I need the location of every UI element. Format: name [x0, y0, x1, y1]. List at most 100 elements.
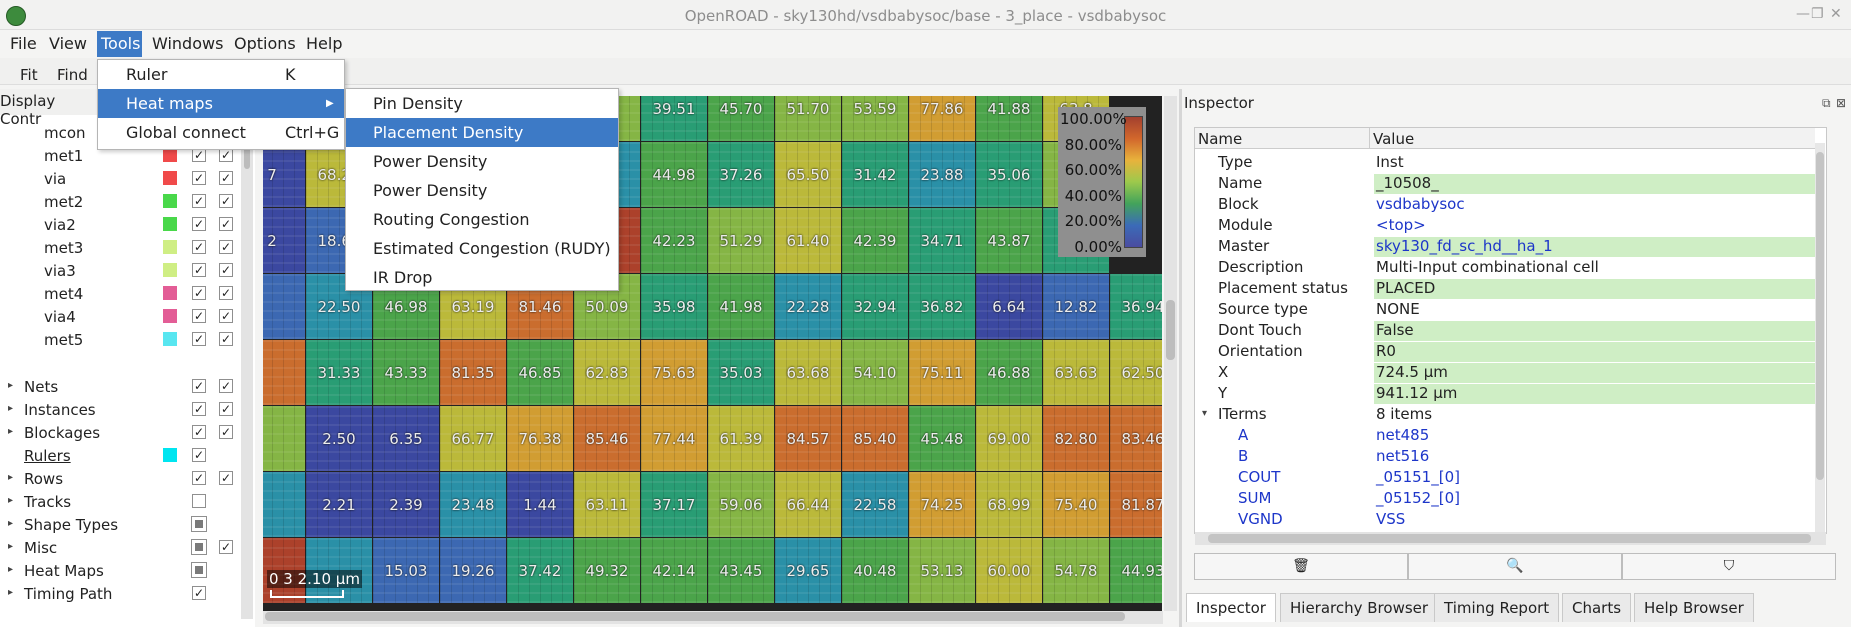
property-value[interactable]: <top>	[1374, 216, 1426, 236]
inspector-row-y[interactable]: Y 941.12 µm	[1195, 383, 1824, 404]
delete-button[interactable]: 🗑	[1194, 553, 1408, 580]
layer-row-via4[interactable]: via4 ✓ ✓	[0, 305, 240, 327]
layer-row-met5[interactable]: met5 ✓ ✓	[0, 328, 240, 350]
inspector-row-iterms[interactable]: ITerms 8 items ▾	[1195, 404, 1823, 425]
inspector-row-x[interactable]: X 724.5 µm	[1195, 362, 1824, 383]
inspector-row-dont-touch[interactable]: Dont Touch False	[1195, 320, 1824, 341]
inspector-row-b[interactable]: Bnet516	[1195, 446, 1823, 467]
highlight-button[interactable]: ⛉	[1622, 553, 1836, 580]
group-row-nets[interactable]: ▸ Nets ✓ ✓	[0, 375, 240, 397]
column-header-name[interactable]: Name	[1198, 130, 1242, 148]
expand-arrow-icon[interactable]: ▸	[8, 541, 13, 552]
menu-help[interactable]: Help	[306, 34, 342, 53]
visible-checkbox[interactable]: ✓	[192, 263, 206, 277]
menu-item-heat-maps[interactable]: Heat maps ▶	[98, 89, 344, 118]
minimize-icon[interactable]: —	[1796, 6, 1810, 22]
menu-options[interactable]: Options	[234, 34, 296, 53]
visible-checkbox[interactable]: ✓	[192, 148, 206, 162]
close-panel-icon[interactable]: ⊠	[1836, 96, 1846, 110]
expand-arrow-icon[interactable]: ▸	[8, 495, 13, 506]
inspector-row-name[interactable]: Name _10508_	[1195, 173, 1824, 194]
inspector-row-cout[interactable]: COUT _05151_[0]	[1195, 467, 1823, 488]
layer-row-via2[interactable]: via2 ✓ ✓	[0, 213, 240, 235]
display-control-scrollbar[interactable]	[241, 129, 253, 619]
menu-item-global-connect[interactable]: Global connect Ctrl+G	[98, 118, 344, 147]
visible-checkbox[interactable]: ✓	[192, 471, 206, 485]
collapse-arrow-icon[interactable]: ▾	[1202, 408, 1207, 419]
expand-arrow-icon[interactable]: ▸	[8, 426, 13, 437]
layer-row-via[interactable]: via ✓ ✓	[0, 167, 240, 189]
tab-hierarchy-browser[interactable]: Hierarchy Browser	[1280, 593, 1439, 622]
visible-checkbox[interactable]: ✓	[192, 379, 206, 393]
submenu-item-placement-density[interactable]: Placement Density	[346, 118, 618, 147]
inspector-row-source-type[interactable]: Source type NONE	[1195, 299, 1823, 320]
selectable-checkbox[interactable]: ✓	[219, 171, 233, 185]
close-icon[interactable]: ✕	[1830, 6, 1842, 22]
property-value[interactable]: net485	[1374, 426, 1429, 446]
submenu-item-routing-congestion[interactable]: Routing Congestion	[346, 205, 618, 234]
group-row-tracks[interactable]: ▸ Tracks	[0, 490, 240, 512]
canvas-hscroll-thumb[interactable]	[265, 612, 1125, 621]
menu-tools[interactable]: Tools	[101, 34, 140, 53]
visible-checkbox[interactable]	[191, 562, 207, 578]
visible-checkbox[interactable]: ✓	[192, 309, 206, 323]
selectable-checkbox[interactable]: ✓	[219, 217, 233, 231]
visible-checkbox[interactable]: ✓	[192, 425, 206, 439]
inspector-row-module[interactable]: Module <top>	[1195, 215, 1823, 236]
visible-checkbox[interactable]	[192, 494, 206, 508]
property-value[interactable]: _05152_[0]	[1374, 489, 1460, 509]
submenu-item-pin-density[interactable]: Pin Density	[346, 89, 618, 118]
visible-checkbox[interactable]: ✓	[192, 402, 206, 416]
selectable-checkbox[interactable]: ✓	[219, 425, 233, 439]
expand-arrow-icon[interactable]: ▸	[8, 564, 13, 575]
group-row-instances[interactable]: ▸ Instances ✓ ✓	[0, 398, 240, 420]
inspector-row-master[interactable]: Master sky130_fd_sc_hd__ha_1	[1195, 236, 1824, 257]
selectable-checkbox[interactable]: ✓	[219, 148, 233, 162]
selectable-checkbox[interactable]: ✓	[219, 540, 233, 554]
inspector-row-a[interactable]: Anet485	[1195, 425, 1823, 446]
inspector-hscroll-thumb[interactable]	[1208, 534, 1811, 543]
expand-arrow-icon[interactable]: ▸	[8, 403, 13, 414]
expand-arrow-icon[interactable]: ▸	[8, 380, 13, 391]
visible-checkbox[interactable]: ✓	[192, 448, 206, 462]
inspector-row-block[interactable]: Block vsdbabysoc	[1195, 194, 1823, 215]
submenu-item-power-density[interactable]: Power Density	[346, 147, 618, 176]
property-value[interactable]: _05151_[0]	[1374, 468, 1460, 488]
expand-arrow-icon[interactable]: ▸	[8, 518, 13, 529]
visible-checkbox[interactable]	[191, 516, 207, 532]
layer-row-met3[interactable]: met3 ✓ ✓	[0, 236, 240, 258]
column-header-value[interactable]: Value	[1373, 130, 1414, 148]
property-value[interactable]: vsdbabysoc	[1374, 195, 1465, 215]
visible-checkbox[interactable]: ✓	[192, 240, 206, 254]
layer-row-met4[interactable]: met4 ✓ ✓	[0, 282, 240, 304]
tab-help-browser[interactable]: Help Browser	[1634, 593, 1754, 622]
canvas-vscroll-thumb[interactable]	[1166, 300, 1175, 360]
group-row-blockages[interactable]: ▸ Blockages ✓ ✓	[0, 421, 240, 443]
visible-checkbox[interactable]	[191, 539, 207, 555]
layer-row-via3[interactable]: via3 ✓ ✓	[0, 259, 240, 281]
menu-windows[interactable]: Windows	[152, 34, 223, 53]
property-value[interactable]: sky130_fd_sc_hd__ha_1	[1374, 237, 1824, 257]
selectable-checkbox[interactable]: ✓	[219, 332, 233, 346]
property-value[interactable]: net516	[1374, 447, 1429, 467]
selectable-checkbox[interactable]: ✓	[219, 379, 233, 393]
submenu-item-estimated-congestion-rudy[interactable]: Estimated Congestion (RUDY)	[346, 234, 618, 263]
inspector-vscroll-thumb[interactable]	[1816, 152, 1824, 480]
group-row-rows[interactable]: ▸ Rows ✓ ✓	[0, 467, 240, 489]
selectable-checkbox[interactable]: ✓	[219, 402, 233, 416]
visible-checkbox[interactable]: ✓	[192, 332, 206, 346]
selectable-checkbox[interactable]: ✓	[219, 471, 233, 485]
tab-timing-report[interactable]: Timing Report	[1434, 593, 1560, 622]
inspector-row-type[interactable]: Type Inst	[1195, 152, 1823, 173]
tab-charts[interactable]: Charts	[1562, 593, 1632, 622]
selectable-checkbox[interactable]: ✓	[219, 194, 233, 208]
selectable-checkbox[interactable]: ✓	[219, 309, 233, 323]
selectable-checkbox[interactable]: ✓	[219, 263, 233, 277]
group-row-rulers[interactable]: Rulers ✓	[0, 444, 240, 466]
zoom-to-button[interactable]: 🔍	[1408, 553, 1622, 580]
tab-inspector[interactable]: Inspector	[1186, 593, 1276, 622]
layer-row-met2[interactable]: met2 ✓ ✓	[0, 190, 240, 212]
selectable-checkbox[interactable]: ✓	[219, 240, 233, 254]
inspector-row-placement-status[interactable]: Placement status PLACED	[1195, 278, 1824, 299]
group-row-timing-path[interactable]: ▸ Timing Path ✓	[0, 582, 240, 604]
